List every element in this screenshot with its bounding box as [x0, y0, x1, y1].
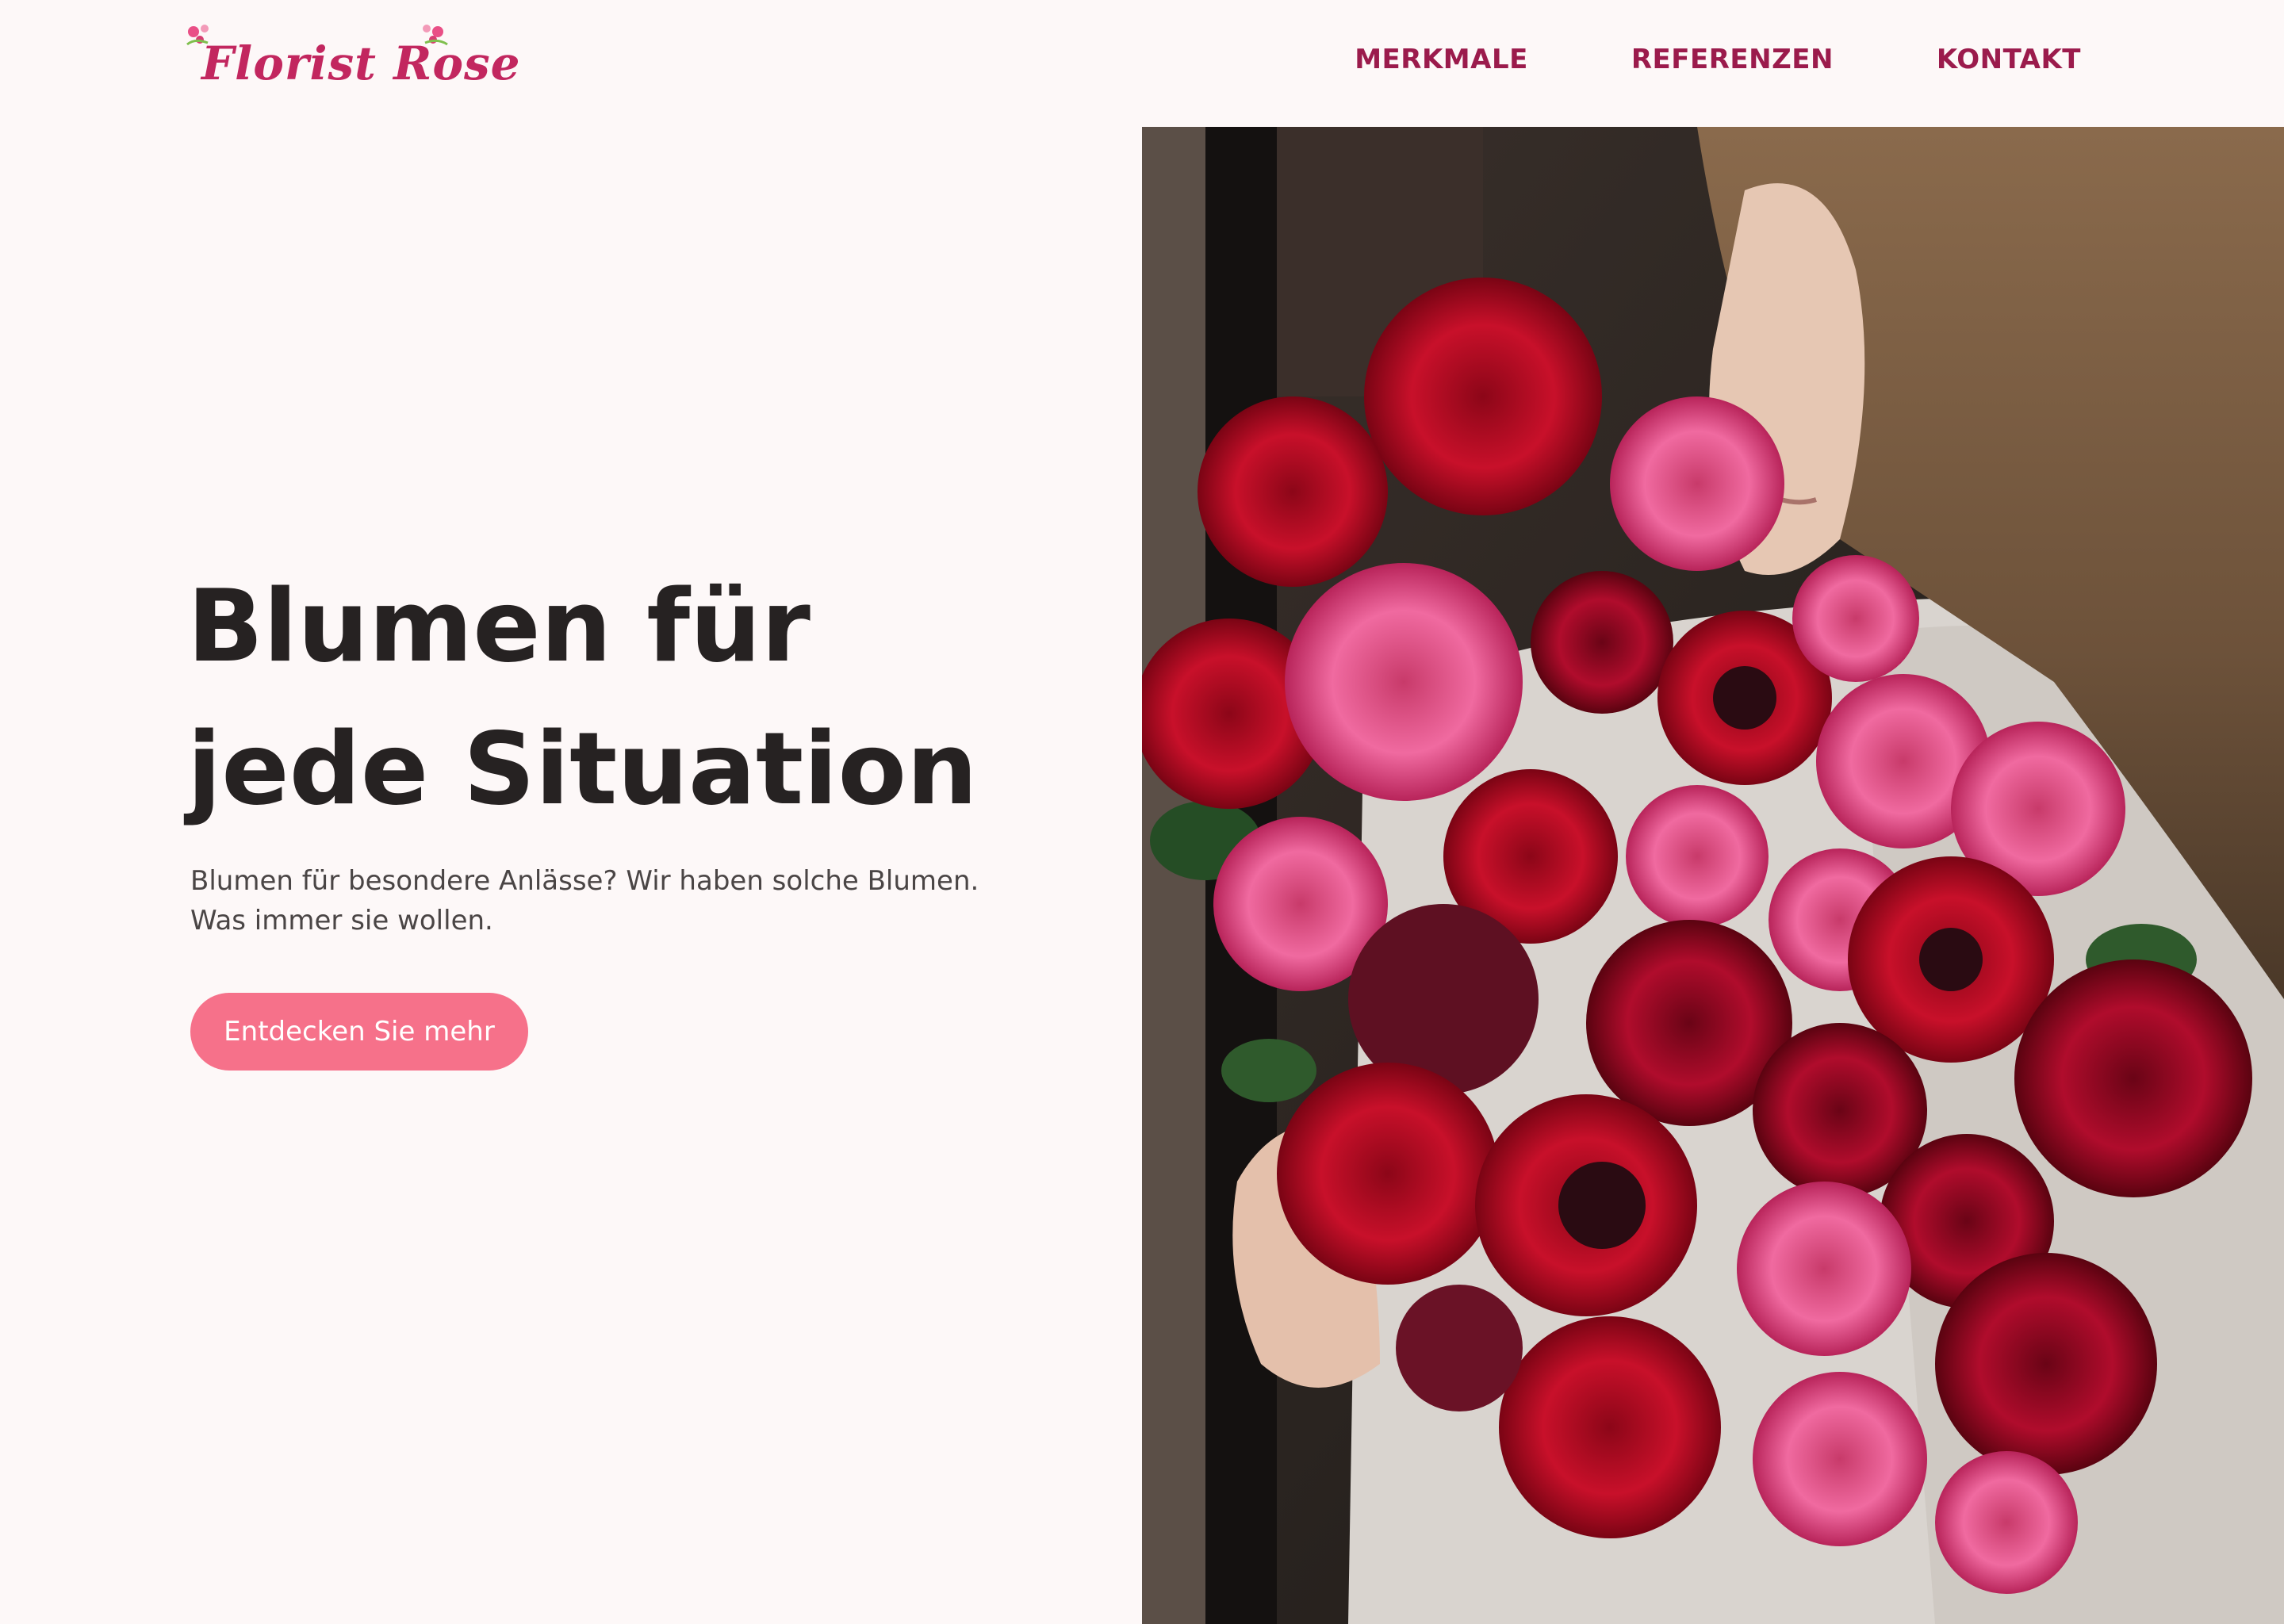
- hero-title-line: jede Situation: [187, 710, 978, 827]
- nav-link-kontakt[interactable]: KONTAKT: [1937, 44, 2081, 75]
- rose-bouquet-photo-icon: [1142, 127, 2284, 1624]
- hero-subtitle-line: Blumen für besondere Anlässe? Wir haben …: [190, 865, 979, 897]
- discover-more-button[interactable]: Entdecken Sie mehr: [190, 993, 528, 1071]
- hero-title-line: Blumen für: [187, 568, 811, 684]
- main-nav: MERKMALE REFERENZEN KONTAKT: [1355, 44, 2081, 75]
- hero-title: Blumen für jede Situation: [187, 555, 1107, 841]
- brand-name: Florist Rose: [201, 36, 521, 90]
- nav-link-referenzen[interactable]: REFERENZEN: [1631, 44, 1834, 75]
- hero-subtitle-line: Was immer sie wollen.: [190, 905, 493, 936]
- site-header: Florist Rose MERKMALE REFERENZEN KONTAKT: [0, 0, 2284, 127]
- brand-logo[interactable]: Florist Rose: [184, 19, 520, 98]
- hero-image: [1142, 127, 2284, 1624]
- hero-subtitle: Blumen für besondere Anlässe? Wir haben …: [190, 861, 1142, 940]
- flower-icon: [423, 25, 448, 46]
- nav-link-merkmale[interactable]: MERKMALE: [1355, 44, 1528, 75]
